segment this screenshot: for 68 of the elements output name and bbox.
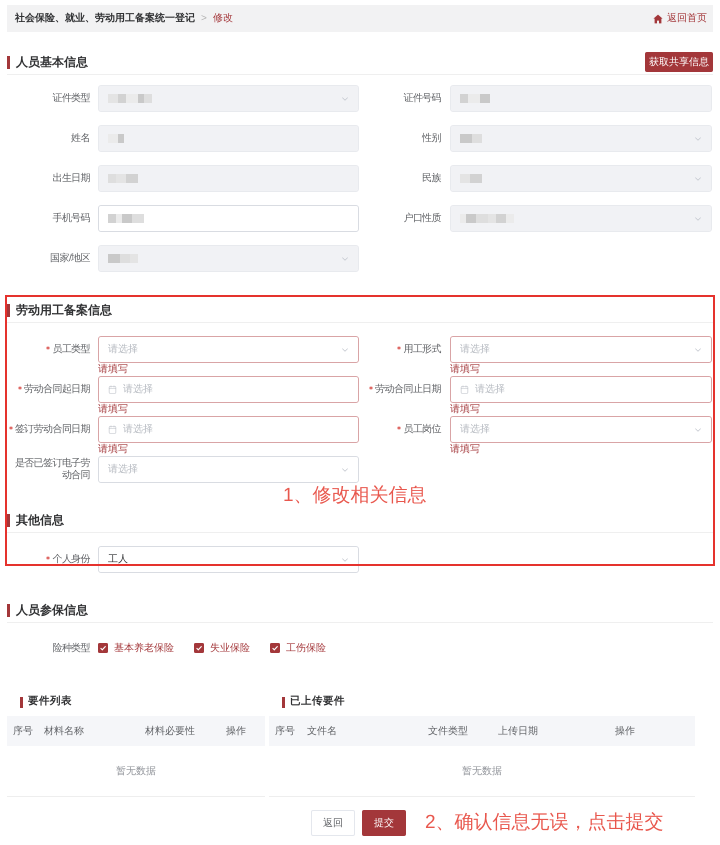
field-label: 个人身份 bbox=[52, 554, 90, 566]
checkbox[interactable] bbox=[270, 643, 280, 653]
table-title: 已上传要件 bbox=[290, 694, 345, 710]
field-label: 证件类型 bbox=[52, 92, 90, 104]
checkbox-label[interactable]: 失业保险 bbox=[210, 640, 250, 656]
field-label: 出生日期 bbox=[52, 172, 90, 184]
field-label: 民族 bbox=[422, 172, 441, 184]
column-header: 文件类型 bbox=[428, 724, 468, 738]
error-message: 请填写 bbox=[98, 403, 128, 416]
field-label: 证件号码 bbox=[403, 92, 441, 104]
field-label: 员工岗位 bbox=[403, 424, 441, 436]
empty-state-text: 暂无数据 bbox=[116, 764, 156, 778]
field-label: 员工类型 bbox=[52, 344, 90, 356]
annotation-text: 2、确认信息无误，点击提交 bbox=[425, 811, 664, 835]
column-header: 上传日期 bbox=[498, 724, 538, 738]
column-header: 序号 bbox=[13, 724, 33, 738]
column-header: 材料名称 bbox=[44, 724, 84, 738]
field-label: 劳动合同起日期 bbox=[24, 384, 90, 396]
column-header: 操作 bbox=[615, 724, 635, 738]
accent-bar-icon bbox=[7, 604, 10, 616]
column-header: 序号 bbox=[275, 724, 295, 738]
submit-button[interactable]: 提交 bbox=[362, 810, 406, 836]
table-title: 要件列表 bbox=[28, 694, 72, 710]
back-button[interactable]: 返回 bbox=[311, 810, 355, 836]
field-label: 姓名 bbox=[71, 132, 90, 144]
calendar-icon bbox=[108, 425, 117, 434]
checkbox[interactable] bbox=[98, 643, 108, 653]
field-label: 手机号码 bbox=[52, 212, 90, 224]
field-label: 用工形式 bbox=[403, 344, 441, 356]
checkbox-label[interactable]: 工伤保险 bbox=[286, 640, 326, 656]
accent-bar-icon bbox=[7, 514, 10, 526]
checkbox[interactable] bbox=[194, 643, 204, 653]
checkbox-label[interactable]: 基本养老保险 bbox=[114, 640, 174, 656]
breadcrumb-link[interactable]: 社会保险、就业、劳动用工备案统一登记 bbox=[15, 11, 195, 26]
field-label: 户口性质 bbox=[403, 212, 441, 224]
section-title: 人员参保信息 bbox=[16, 602, 88, 619]
accent-bar-icon bbox=[7, 304, 10, 316]
calendar-icon bbox=[460, 385, 469, 394]
field-label: 性别 bbox=[422, 132, 441, 144]
field-label: 险种类型 bbox=[52, 642, 90, 656]
empty-state-text: 暂无数据 bbox=[462, 764, 502, 778]
field-label: 签订劳动合同日期 bbox=[14, 424, 90, 436]
select-field[interactable]: 工人 bbox=[98, 546, 359, 573]
section-title: 人员基本信息 bbox=[16, 54, 88, 71]
calendar-icon bbox=[108, 385, 117, 394]
column-header: 操作 bbox=[226, 724, 246, 738]
accent-bar-icon bbox=[282, 696, 285, 708]
input-field[interactable] bbox=[98, 205, 359, 232]
home-link[interactable]: 返回首页 bbox=[653, 11, 707, 26]
fetch-shared-info-button[interactable]: 获取共享信息 bbox=[645, 52, 713, 72]
home-icon bbox=[653, 14, 663, 24]
breadcrumb-separator: > bbox=[201, 12, 207, 26]
error-message: 请填写 bbox=[450, 443, 480, 456]
error-message: 请填写 bbox=[98, 443, 128, 456]
annotation-text: 1、修改相关信息 bbox=[283, 484, 427, 508]
error-message: 请填写 bbox=[450, 403, 480, 416]
column-header: 文件名 bbox=[307, 724, 337, 738]
field-label: 国家/地区 bbox=[50, 252, 90, 264]
error-message: 请填写 bbox=[98, 363, 128, 376]
field-label: 劳动合同止日期 bbox=[375, 384, 441, 396]
field-label: 是否已签订电子劳动合同 bbox=[14, 458, 90, 482]
error-message: 请填写 bbox=[450, 363, 480, 376]
accent-bar-icon bbox=[7, 56, 10, 68]
breadcrumb-current: 修改 bbox=[212, 12, 233, 26]
section-title: 劳动用工备案信息 bbox=[16, 302, 112, 319]
section-title: 其他信息 bbox=[16, 512, 64, 529]
column-header: 材料必要性 bbox=[145, 724, 195, 738]
accent-bar-icon bbox=[20, 696, 23, 708]
